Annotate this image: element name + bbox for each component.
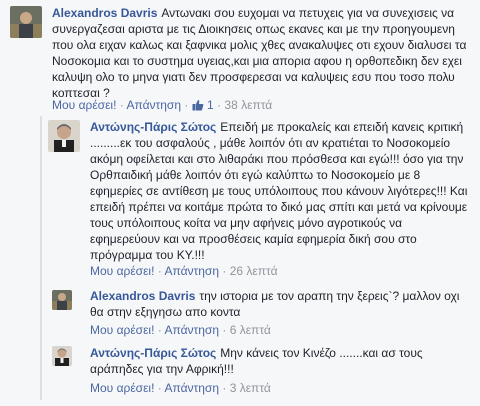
comment-time[interactable]: 26 λεπτά: [230, 264, 278, 278]
reply-comment: Αντώνης-Πάρις Σώτος Επειδή με προκαλείς κ…: [0, 116, 480, 278]
comment-author[interactable]: Αντώνης-Πάρις Σώτος: [90, 346, 216, 360]
separator: ·: [222, 323, 230, 337]
reply-comment: Αντώνης-Πάρις Σώτος Μην κάνεις τον Κινέζο…: [0, 340, 480, 402]
comment: Alexandros Davris Αντωνακι σου ευχομαι να…: [0, 0, 480, 112]
thumbs-up-icon: [192, 100, 204, 111]
comment-author[interactable]: Αντώνης-Πάρις Σώτος: [90, 120, 216, 134]
reply-button[interactable]: Απάντηση: [164, 264, 219, 278]
avatar[interactable]: [48, 120, 80, 152]
comment-time[interactable]: 38 λεπτά: [224, 98, 272, 112]
separator: ·: [184, 98, 192, 112]
comment-text: Αντωνακι σου ευχομαι να πετυχεις για να …: [52, 6, 467, 100]
comment-time[interactable]: 6 λεπτά: [230, 323, 271, 337]
reply-button[interactable]: Απάντηση: [164, 381, 219, 395]
like-button[interactable]: Μου αρέσει!: [90, 381, 154, 395]
reply-button[interactable]: Απάντηση: [126, 98, 181, 112]
reply-button[interactable]: Απάντηση: [164, 323, 219, 337]
avatar[interactable]: [52, 346, 72, 366]
reply-comment: Alexandros Davris την ιστορια με τον αραπ…: [0, 284, 480, 340]
separator: ·: [222, 381, 230, 395]
avatar[interactable]: [52, 290, 72, 310]
like-button[interactable]: Μου αρέσει!: [52, 98, 116, 112]
comment-author[interactable]: Alexandros Davris: [52, 6, 157, 20]
comment-author[interactable]: Alexandros Davris: [90, 289, 195, 303]
separator: ·: [222, 264, 230, 278]
avatar[interactable]: [10, 6, 42, 38]
comment-text: Επειδή με προκαλείς και επειδή κανεις κρ…: [90, 120, 468, 262]
like-count[interactable]: 1: [192, 98, 217, 112]
like-button[interactable]: Μου αρέσει!: [90, 323, 154, 337]
comment-time[interactable]: 3 λεπτά: [230, 381, 271, 395]
like-button[interactable]: Μου αρέσει!: [90, 264, 154, 278]
